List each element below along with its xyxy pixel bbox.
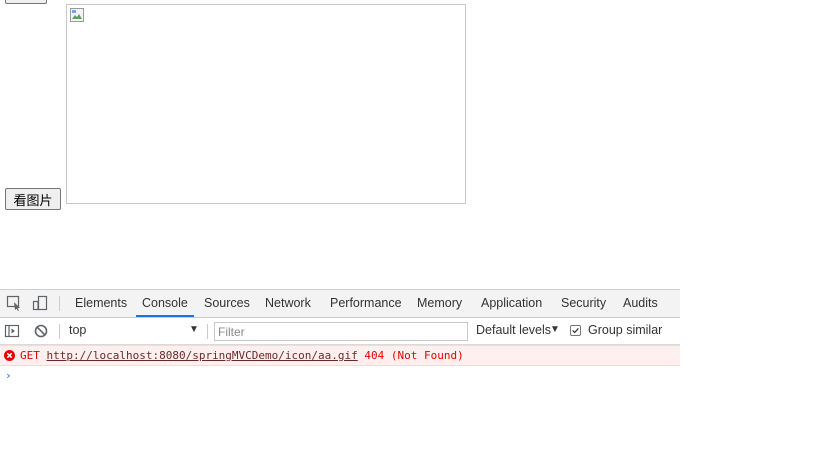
tab-console[interactable]: Console	[136, 290, 194, 317]
group-similar-label[interactable]: Group similar	[588, 323, 662, 337]
toolbar-divider	[59, 296, 60, 311]
tab-elements[interactable]: Elements	[75, 290, 127, 317]
view-image-button[interactable]: 看图片	[5, 188, 61, 210]
show-sidebar-icon[interactable]	[4, 323, 20, 339]
devtools-tabbar: Elements Console Sources Network Perform…	[0, 290, 680, 318]
tab-sources[interactable]: Sources	[204, 290, 250, 317]
group-similar-checkbox[interactable]	[570, 325, 581, 336]
tab-performance[interactable]: Performance	[330, 290, 402, 317]
toolbar-divider	[207, 324, 208, 339]
tab-network[interactable]: Network	[265, 290, 311, 317]
error-icon	[4, 350, 15, 361]
partial-button-top[interactable]	[5, 0, 47, 4]
error-method: GET	[20, 349, 40, 362]
tab-security[interactable]: Security	[561, 290, 606, 317]
image-display-area	[66, 4, 466, 204]
error-status: 404 (Not Found)	[364, 349, 464, 362]
inspect-element-icon[interactable]	[6, 295, 22, 311]
devtools-panel: Elements Console Sources Network Perform…	[0, 289, 680, 461]
error-url-link[interactable]: http://localhost:8080/springMVCDemo/icon…	[47, 349, 358, 362]
filter-input[interactable]	[214, 322, 468, 341]
clear-console-icon[interactable]	[33, 323, 49, 339]
console-error-message: GET http://localhost:8080/springMVCDemo/…	[0, 345, 680, 366]
log-levels-dropdown[interactable]: Default levels	[476, 323, 551, 337]
console-prompt-chevron-icon[interactable]: ›	[5, 369, 12, 382]
context-dropdown-arrow-icon[interactable]: ▼	[189, 324, 199, 335]
tab-memory[interactable]: Memory	[417, 290, 462, 317]
levels-dropdown-arrow-icon[interactable]: ▼	[550, 324, 560, 335]
error-text: GET http://localhost:8080/springMVCDemo/…	[20, 349, 464, 362]
broken-image-icon	[70, 8, 84, 22]
tab-audits[interactable]: Audits	[623, 290, 658, 317]
context-select[interactable]: top	[69, 323, 86, 337]
device-toolbar-icon[interactable]	[32, 295, 48, 311]
toolbar-divider	[59, 324, 60, 339]
console-toolbar: top ▼ Default levels ▼ Group similar	[0, 318, 680, 345]
tab-application[interactable]: Application	[481, 290, 542, 317]
